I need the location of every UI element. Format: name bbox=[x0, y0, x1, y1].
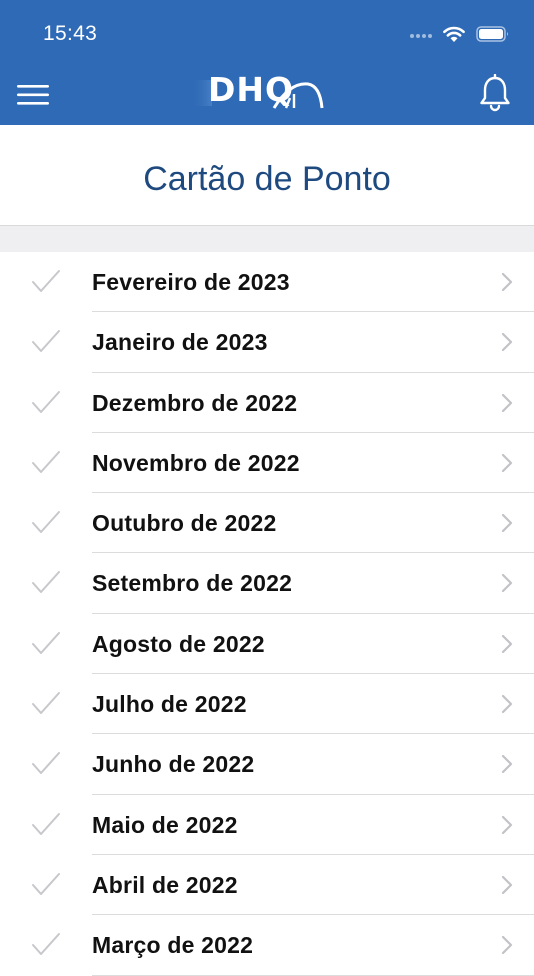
month-label: Agosto de 2022 bbox=[92, 630, 265, 657]
checkmark-icon bbox=[32, 330, 60, 353]
page-header: Cartão de Ponto bbox=[0, 125, 534, 226]
list-item[interactable]: Abril de 2022 bbox=[0, 854, 534, 916]
list-item[interactable]: Dezembro de 2022 bbox=[0, 372, 534, 434]
checkmark-icon bbox=[32, 692, 60, 715]
list-item[interactable]: Novembro de 2022 bbox=[0, 432, 534, 494]
month-label: Março de 2022 bbox=[92, 932, 254, 959]
chevron-right-icon bbox=[501, 694, 513, 714]
chevron-right-icon bbox=[501, 815, 513, 834]
chevron-right-icon bbox=[501, 453, 513, 472]
chevron-right-icon bbox=[501, 574, 513, 593]
checkmark-icon bbox=[32, 872, 60, 895]
checkmark-icon bbox=[32, 812, 60, 835]
month-label: Maio de 2022 bbox=[92, 811, 238, 838]
checkmark-icon bbox=[32, 390, 60, 413]
chevron-right-icon bbox=[501, 393, 513, 412]
menu-button[interactable] bbox=[16, 82, 50, 108]
battery-icon bbox=[476, 26, 508, 42]
app-logo: DHQ bbox=[190, 68, 340, 114]
list-item[interactable]: Outubro de 2022 bbox=[0, 493, 534, 554]
chevron-right-icon bbox=[501, 333, 513, 352]
chevron-right-icon bbox=[501, 514, 513, 533]
hamburger-icon bbox=[17, 85, 49, 105]
list-item[interactable]: Fevereiro de 2023 bbox=[0, 252, 534, 313]
chevron-right-icon bbox=[501, 875, 513, 895]
month-label: Abril de 2022 bbox=[92, 871, 238, 898]
checkmark-icon bbox=[32, 752, 60, 775]
signal-icon bbox=[408, 25, 432, 43]
logo-text: DHQ bbox=[208, 70, 295, 109]
list-item[interactable]: Junho de 2022 bbox=[0, 734, 534, 795]
wifi-icon bbox=[443, 26, 465, 42]
checkmark-icon bbox=[32, 933, 60, 956]
notifications-button[interactable] bbox=[478, 73, 512, 112]
status-icons bbox=[408, 22, 510, 46]
list-item[interactable]: Agosto de 2022 bbox=[0, 613, 534, 675]
chevron-right-icon bbox=[501, 755, 513, 774]
month-label: Novembro de 2022 bbox=[92, 449, 300, 476]
checkmark-icon bbox=[32, 571, 60, 594]
month-label: Julho de 2022 bbox=[92, 691, 247, 718]
month-label: Setembro de 2022 bbox=[92, 570, 293, 597]
chevron-right-icon bbox=[501, 272, 513, 292]
chevron-right-icon bbox=[501, 634, 513, 653]
month-label: Fevereiro de 2023 bbox=[92, 269, 290, 295]
month-label: Junho de 2022 bbox=[92, 751, 255, 778]
bell-icon bbox=[480, 73, 510, 112]
list-item[interactable]: Janeiro de 2023 bbox=[0, 312, 534, 373]
month-label: Janeiro de 2023 bbox=[92, 329, 268, 356]
month-list: Fevereiro de 2023 Janeiro de 2023 Dezembro… bbox=[0, 252, 534, 976]
list-item[interactable]: Maio de 2022 bbox=[0, 794, 534, 856]
section-spacer bbox=[0, 226, 534, 252]
status-time: 15:43 bbox=[43, 22, 98, 45]
checkmark-icon bbox=[32, 631, 60, 654]
month-label: Outubro de 2022 bbox=[92, 510, 277, 537]
checkmark-icon bbox=[32, 270, 60, 292]
page-title: Cartão de Ponto bbox=[143, 160, 391, 198]
checkmark-icon bbox=[32, 511, 60, 534]
chevron-right-icon bbox=[501, 936, 513, 955]
list-item[interactable]: Setembro de 2022 bbox=[0, 553, 534, 615]
app-header: 15:43 DHQ bbox=[0, 0, 534, 125]
list-item[interactable]: Março de 2022 bbox=[0, 915, 534, 976]
list-item[interactable]: Julho de 2022 bbox=[0, 674, 534, 735]
month-label: Dezembro de 2022 bbox=[92, 389, 298, 416]
checkmark-icon bbox=[32, 450, 60, 473]
